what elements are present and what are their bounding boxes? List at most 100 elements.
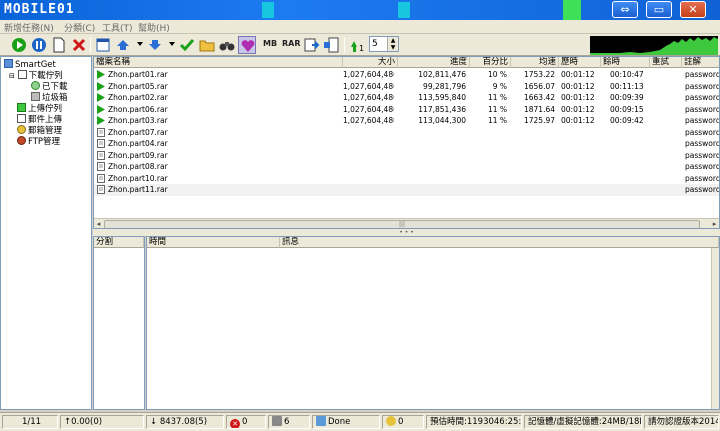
cell-name: Zhon.part11.rar (108, 185, 168, 194)
cell-elapsed: 00:01:12 (561, 116, 595, 125)
table-row[interactable]: Zhon.part08.rar password: (94, 161, 719, 173)
cell-speed: 1656.07 (523, 81, 555, 91)
scroll-left-icon[interactable]: ◂ (94, 220, 103, 228)
tree-item-mailbox-manage[interactable]: 郵箱管理 (17, 125, 62, 136)
cell-note: password: (685, 81, 720, 91)
download-list: 檔案名稱 大小 進度 百分比 均速 歷時 餘時 重試 註解 Zhon.part0… (93, 56, 720, 229)
cell-note: password: (685, 150, 720, 160)
folder-icon[interactable] (198, 36, 216, 54)
tree-item-mail-upload[interactable]: 郵件上傳 (17, 114, 62, 125)
vertical-scrollbar[interactable] (711, 248, 719, 409)
cell-note: password: (685, 185, 720, 194)
col-header-progress[interactable]: 進度 (398, 57, 470, 68)
title-blob (398, 2, 410, 18)
col-header-retry[interactable]: 重試 (650, 57, 682, 68)
table-row[interactable]: Zhon.part11.rar password: (94, 184, 720, 196)
menu-help[interactable]: 幫助(H) (138, 21, 170, 34)
upload-icon (17, 103, 26, 112)
scroll-right-icon[interactable]: ▸ (710, 220, 719, 228)
heart-icon[interactable] (238, 36, 256, 54)
cell-note: password: (685, 127, 720, 137)
import-icon[interactable] (302, 36, 320, 54)
cell-note: password: (685, 173, 720, 183)
play-icon (97, 93, 105, 102)
menu-new-task[interactable]: 新增任務(N) (4, 21, 54, 34)
pause-icon[interactable] (30, 36, 48, 54)
mb-button[interactable]: MB (263, 39, 277, 48)
log-panel: 時間 訊息 (146, 236, 720, 410)
cell-elapsed: 00:01:12 (561, 70, 595, 79)
file-icon (97, 127, 105, 137)
status-bar: 1/11 ↑0.00(0) ↓ 8437.08(5) ✕ 0 6 Done 0 預… (0, 412, 720, 431)
tree-item-trash[interactable]: 垃圾箱 (31, 92, 68, 103)
tree-root-smartget[interactable]: SmartGet (4, 59, 56, 70)
collapse-icon: ⊟ (9, 72, 15, 80)
minimize-button[interactable]: ▭ (646, 1, 672, 18)
cell-name: Zhon.part09.rar (108, 150, 168, 160)
menu-category[interactable]: 分類(C) (64, 21, 95, 34)
table-row[interactable]: Zhon.part01.rar 1,027,604,480 102,811,476 1… (94, 69, 720, 81)
cell-percent: 11 % (487, 93, 507, 102)
table-row[interactable]: Zhon.part03.rar 1,027,604,480 113,044,300 1… (94, 115, 719, 127)
col-header-message[interactable]: 訊息 (280, 237, 719, 248)
mail-icon (17, 114, 26, 123)
table-row[interactable]: Zhon.part02.rar 1,027,604,480 113,595,840 1… (94, 92, 720, 104)
col-header-percent[interactable]: 百分比 (470, 57, 511, 68)
new-file-icon[interactable] (50, 36, 68, 54)
table-row[interactable]: Zhon.part06.rar 1,027,604,480 117,851,436 1… (94, 104, 719, 116)
file-icon (97, 139, 105, 148)
export-icon[interactable] (322, 36, 340, 54)
move-down-icon[interactable] (146, 36, 164, 54)
col-header-elapsed[interactable]: 歷時 (559, 57, 601, 68)
tree-item-ftp-manage[interactable]: FTP管理 (17, 136, 60, 147)
segment-panel: 分割 (93, 236, 145, 410)
horizontal-scrollbar[interactable]: ◂ ||| ▸ (94, 218, 719, 228)
tree-item-download-queue[interactable]: ⊟ 下載佇列 (9, 70, 63, 81)
scrollbar-thumb[interactable]: ||| (104, 220, 700, 228)
binoculars-icon[interactable] (218, 36, 236, 54)
panel-splitter[interactable]: • • • (93, 229, 720, 236)
table-row[interactable]: Zhon.part10.rar password: (94, 173, 720, 185)
delete-icon[interactable] (70, 36, 88, 54)
tree-item-downloaded[interactable]: 已下載 (31, 81, 68, 92)
tree-item-upload-queue[interactable]: 上傳佇列 (17, 103, 62, 114)
cell-elapsed: 00:01:12 (561, 93, 595, 102)
cell-size: 1,027,604,480 (343, 93, 394, 102)
cell-note: password: (685, 93, 720, 102)
move-up-icon[interactable] (114, 36, 132, 54)
close-button[interactable]: ✕ (680, 1, 706, 18)
table-row[interactable]: Zhon.part04.rar password: (94, 138, 720, 150)
threads-spinner[interactable]: 5 ▲ ▼ (369, 36, 399, 52)
title-blob (262, 2, 274, 18)
col-header-name[interactable]: 檔案名稱 (94, 57, 343, 68)
cell-speed: 1725.97 (523, 116, 555, 125)
properties-icon[interactable] (94, 36, 112, 54)
col-header-size[interactable]: 大小 (343, 57, 398, 68)
spinner-arrows[interactable]: ▲ ▼ (387, 37, 398, 51)
col-header-speed[interactable]: 均速 (511, 57, 559, 68)
watermark-logo: MOBILE01 (4, 2, 75, 17)
start-icon[interactable] (10, 36, 28, 54)
col-header-segment[interactable]: 分割 (94, 237, 144, 248)
cell-note: password: (685, 139, 720, 148)
cell-speed: 1871.64 (523, 104, 555, 114)
status-done: Done (312, 415, 380, 429)
rar-button[interactable]: RAR (282, 39, 301, 48)
chevron-down-icon[interactable] (137, 42, 143, 46)
play-icon (97, 70, 105, 79)
chevron-down-icon[interactable] (169, 42, 175, 46)
table-row[interactable]: Zhon.part07.rar password: (94, 127, 720, 139)
cell-name: Zhon.part03.rar (108, 116, 168, 125)
col-header-time[interactable]: 時間 (147, 237, 280, 248)
play-icon (97, 81, 105, 91)
check-download-icon[interactable] (178, 36, 196, 54)
col-header-note[interactable]: 註解 (682, 57, 719, 68)
table-row[interactable]: Zhon.part09.rar password: (94, 150, 720, 162)
restore-button[interactable]: ⇔ (612, 1, 638, 18)
cell-note: password: (685, 70, 720, 79)
toolbar-separator (90, 37, 91, 53)
table-row[interactable]: Zhon.part05.rar 1,027,604,480 99,281,796 9 … (94, 81, 720, 93)
col-header-remaining[interactable]: 餘時 (601, 57, 650, 68)
menu-tools[interactable]: 工具(T) (102, 21, 133, 34)
info-icon (386, 416, 396, 426)
